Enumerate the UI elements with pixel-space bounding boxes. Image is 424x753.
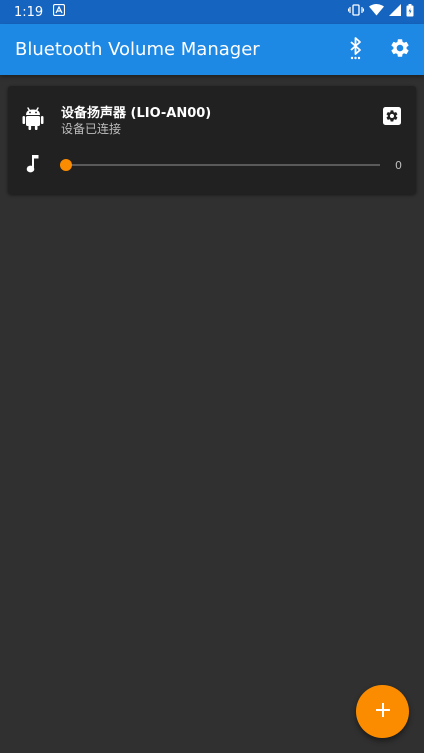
plus-icon xyxy=(375,702,391,722)
status-left: 1:19 xyxy=(14,3,66,20)
music-note-icon xyxy=(26,154,40,178)
bluetooth-searching-icon xyxy=(346,36,366,64)
status-time: 1:19 xyxy=(14,4,44,20)
add-device-button[interactable] xyxy=(356,685,409,738)
battery-icon xyxy=(406,3,414,21)
app-actions xyxy=(342,36,414,64)
device-status: 设备已连接 xyxy=(61,122,122,136)
status-bar: 1:19 xyxy=(0,0,424,24)
device-card[interactable]: 设备扬声器 (LIO-AN00) 设备已连接 0 xyxy=(8,86,416,194)
device-settings-button[interactable] xyxy=(382,106,402,130)
device-name: 设备扬声器 (LIO-AN00) xyxy=(61,106,212,121)
bluetooth-scan-button[interactable] xyxy=(342,36,370,64)
vibrate-icon xyxy=(347,4,365,20)
android-icon xyxy=(22,106,44,134)
status-right xyxy=(347,3,414,21)
app-bar: Bluetooth Volume Manager xyxy=(0,24,424,75)
volume-slider[interactable] xyxy=(60,158,380,172)
settings-button[interactable] xyxy=(386,36,414,64)
cell-signal-icon xyxy=(389,4,401,20)
gear-icon xyxy=(389,37,411,63)
notification-a-icon xyxy=(53,3,66,20)
app-title: Bluetooth Volume Manager xyxy=(15,39,260,60)
wifi-icon xyxy=(369,4,384,20)
settings-box-icon xyxy=(382,107,402,130)
volume-slider-thumb[interactable] xyxy=(60,159,72,171)
volume-value: 0 xyxy=(395,159,402,172)
volume-slider-track[interactable] xyxy=(60,164,380,166)
